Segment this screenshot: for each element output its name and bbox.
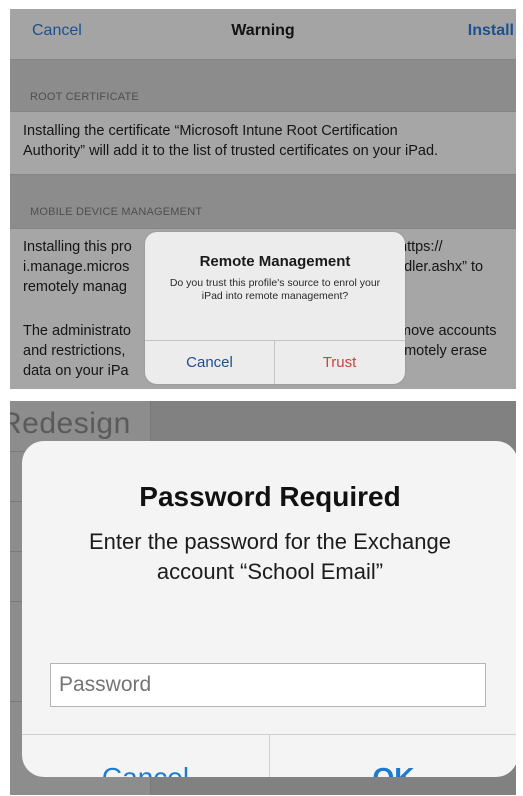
alert-title: Remote Management xyxy=(199,253,351,270)
install-profile-screen: Cancel Warning Install ROOT CERTIFICATE … xyxy=(10,9,516,389)
alert-cancel-button[interactable]: Cancel xyxy=(145,341,274,384)
description-line: Authority” will add it to the list of tr… xyxy=(23,143,439,159)
background-item-label: Redesign xyxy=(10,407,131,440)
alert-cancel-button[interactable]: Cancel xyxy=(22,735,269,777)
password-required-alert: Password Required Enter the password for… xyxy=(22,441,516,777)
description-fragment: ndler.ashx” to xyxy=(396,259,484,275)
nav-install-button[interactable]: Install xyxy=(468,22,514,40)
root-certificate-description: Installing the certificate “Microsoft In… xyxy=(10,111,516,175)
navigation-bar: Cancel Warning Install xyxy=(10,9,516,60)
alert-actions: Cancel OK xyxy=(22,734,516,777)
description-line: Installing the certificate “Microsoft In… xyxy=(23,123,398,139)
alert-ok-button[interactable]: OK xyxy=(270,735,516,777)
alert-message: Do you trust this profile's source to en… xyxy=(169,277,381,302)
alert-message-line: Enter the password for the Exchange xyxy=(89,529,451,554)
alert-message-line: account “School Email” xyxy=(156,559,384,584)
alert-title: Password Required xyxy=(139,481,401,512)
alert-actions: Cancel Trust xyxy=(145,340,405,384)
alert-trust-button[interactable]: Trust xyxy=(275,341,404,384)
nav-title: Warning xyxy=(231,22,295,39)
password-input[interactable] xyxy=(50,663,486,707)
section-header-mdm: MOBILE DEVICE MANAGEMENT xyxy=(30,206,203,218)
section-header-root-certificate: ROOT CERTIFICATE xyxy=(30,91,139,103)
description-fragment: emotely erase xyxy=(396,343,488,359)
description-fragment: https:// xyxy=(399,239,443,255)
description-fragment: move accounts xyxy=(399,323,497,339)
password-prompt-screen: Redesign Password Required Enter the pas… xyxy=(10,401,516,795)
alert-message: Enter the password for the Exchange acco… xyxy=(42,527,498,587)
remote-management-alert: Remote Management Do you trust this prof… xyxy=(145,232,405,384)
